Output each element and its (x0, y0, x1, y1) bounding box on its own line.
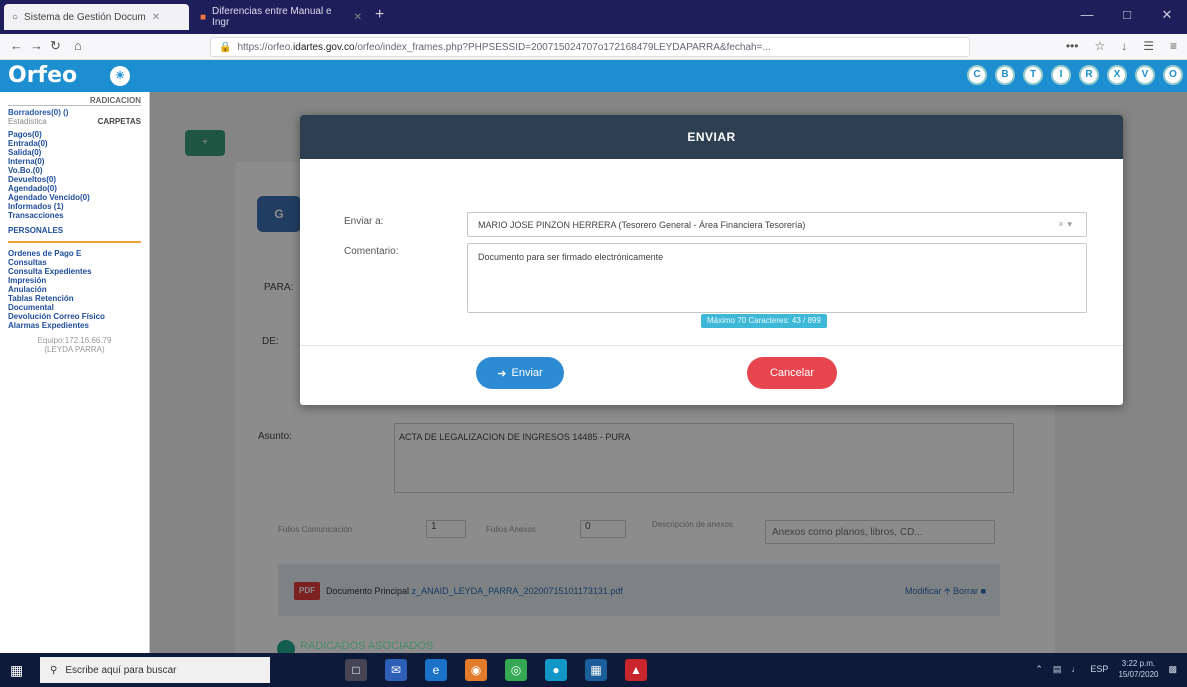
enviar-a-label: Enviar a: (344, 216, 384, 227)
lock-icon: 🔒 (219, 41, 232, 53)
enviar-a-value: MARIO JOSE PINZON HERRERA (Tesorero Gene… (478, 219, 806, 230)
windows-taskbar: ▦ ⚲ Escribe aquí para buscar □ ✉ e ◉ ◎ ●… (0, 653, 1187, 687)
topbar-icon[interactable]: V (1135, 65, 1155, 85)
sidebar-item[interactable]: Informados (1) (8, 202, 141, 211)
browser-nav-bar: ← → ↻ ⌂ 🔒 https://orfeo.idartes.gov.co/o… (0, 34, 1187, 60)
search-icon: ⚲ (50, 664, 58, 676)
site-icon: ■ (200, 11, 207, 23)
volume-icon[interactable]: ♩ (1071, 664, 1080, 674)
maximize-icon[interactable]: □ (1107, 0, 1147, 34)
sidebar-item[interactable]: Vo.Bo.(0) (8, 166, 141, 175)
sidebar-item[interactable]: Consulta Expedientes (8, 267, 141, 276)
store-icon[interactable]: ▦ (585, 659, 607, 681)
new-tab-icon[interactable]: + (375, 6, 384, 24)
sidebar-estadistica[interactable]: Estadistica (8, 117, 47, 126)
sidebar-item[interactable]: Agendado Vencido(0) (8, 193, 141, 202)
library-icon[interactable]: ☰ (1143, 39, 1154, 53)
sidebar-item[interactable]: Ordenes de Pago E (8, 249, 141, 258)
sidebar-item[interactable]: Agendado(0) (8, 184, 141, 193)
close-tab-icon[interactable]: ✕ (152, 12, 160, 23)
firefox-icon: ○ (12, 11, 19, 23)
close-window-icon[interactable]: ✕ (1147, 0, 1187, 34)
sidebar-item[interactable]: Consultas (8, 258, 141, 267)
pdf-reader-icon[interactable]: ▲ (625, 659, 647, 681)
language-indicator[interactable]: ESP (1090, 664, 1108, 674)
topbar-icon[interactable]: R (1079, 65, 1099, 85)
sidebar-carpetas[interactable]: CARPETAS (98, 117, 141, 126)
edge-icon[interactable]: e (425, 659, 447, 681)
orfeo-logo: Orfeo (8, 63, 78, 88)
sidebar-item[interactable]: Alarmas Expedientes (8, 321, 141, 330)
sidebar-item[interactable]: Devolución Correo Físico (8, 312, 141, 321)
topbar-icon[interactable]: B (995, 65, 1015, 85)
page-actions-icon[interactable]: ••• (1066, 39, 1079, 53)
select-clear-chevron-icon[interactable]: ×▾ (1058, 219, 1076, 230)
menu-icon[interactable]: ≡ (1170, 39, 1177, 53)
topbar-icon[interactable]: O (1163, 65, 1183, 85)
browser-app-icon[interactable]: ● (545, 659, 567, 681)
arrow-right-icon: ➜ (497, 367, 507, 380)
topbar-icon[interactable]: C (967, 65, 987, 85)
sidebar-item[interactable]: Pagos(0) (8, 130, 141, 139)
browser-tab-bar: ○ Sistema de Gestión Docum ✕ ■ Diferenci… (0, 0, 1187, 34)
minimize-icon[interactable]: — (1067, 0, 1107, 34)
top-menu-icons: C B T I R X V O (967, 65, 1183, 85)
notifications-icon[interactable]: ▩ (1168, 664, 1177, 675)
network-icon[interactable]: ▤ (1053, 664, 1062, 675)
tab-label: Diferencias entre Manual e Ingr (212, 6, 332, 28)
close-tab-icon[interactable]: ✕ (354, 12, 362, 23)
modal-divider (300, 345, 1123, 346)
sidebar-item[interactable]: Documental (8, 303, 141, 312)
sidebar-item[interactable]: Anulación (8, 285, 141, 294)
sidebar-heading[interactable]: RADICACION (8, 96, 141, 106)
windows-start-icon[interactable]: ▦ (10, 662, 23, 679)
comentario-textarea[interactable]: Documento para ser firmado electrónicame… (467, 243, 1087, 313)
app-header: Orfeo ☀ C B T I R X V O (0, 60, 1187, 92)
sidebar-personales[interactable]: PERSONALES (8, 226, 141, 235)
sidebar-item[interactable]: Entrada(0) (8, 139, 141, 148)
sidebar: RADICACION Borradores(0) () Estadistica … (0, 92, 150, 653)
home-icon[interactable]: ⌂ (74, 38, 82, 53)
character-counter: Máximo 70 Caracteres: 43 / 899 (701, 314, 827, 328)
topbar-icon[interactable]: X (1107, 65, 1127, 85)
modal-title: ENVIAR (300, 115, 1123, 159)
sidebar-item[interactable]: Devueltos(0) (8, 175, 141, 184)
chrome-icon[interactable]: ◎ (505, 659, 527, 681)
tab-orfeo[interactable]: ○ Sistema de Gestión Docum ✕ (4, 4, 189, 30)
system-tray: ⌃ ▤ ♩ ESP 3:22 p.m. 15/07/2020 ▩ (1035, 658, 1177, 680)
sidebar-item[interactable]: Interna(0) (8, 157, 141, 166)
tab-diferencias[interactable]: ■ Diferencias entre Manual e Ingr ✕ (192, 4, 370, 30)
comentario-label: Comentario: (344, 246, 399, 257)
topbar-icon[interactable]: T (1023, 65, 1043, 85)
task-view-icon[interactable]: □ (345, 659, 367, 681)
tab-label: Sistema de Gestión Docum (24, 11, 146, 23)
browser-toolbar: ••• ☆ ↓ ☰ ≡ (1066, 39, 1177, 53)
enviar-a-select[interactable]: MARIO JOSE PINZON HERRERA (Tesorero Gene… (467, 212, 1087, 237)
sidebar-user[interactable]: Borradores(0) () (8, 108, 141, 117)
clock[interactable]: 3:22 p.m. 15/07/2020 (1118, 658, 1158, 680)
firefox-icon[interactable]: ◉ (465, 659, 487, 681)
back-icon[interactable]: ← (10, 38, 23, 53)
downloads-icon[interactable]: ↓ (1121, 39, 1127, 53)
window-controls: — □ ✕ (1067, 0, 1187, 34)
sidebar-item[interactable]: Tablas Retención (8, 294, 141, 303)
tray-chevron-icon[interactable]: ⌃ (1035, 664, 1043, 675)
topbar-icon[interactable]: I (1051, 65, 1071, 85)
sidebar-item[interactable]: Transacciones (8, 211, 141, 220)
bookmark-star-icon[interactable]: ☆ (1094, 39, 1105, 53)
enviar-modal: ENVIAR Enviar a: MARIO JOSE PINZON HERRE… (300, 115, 1123, 405)
cancelar-button[interactable]: Cancelar (747, 357, 837, 389)
sidebar-item[interactable]: Impresión (8, 276, 141, 285)
taskbar-search[interactable]: ⚲ Escribe aquí para buscar (40, 657, 270, 683)
mail-app-icon[interactable]: ✉ (385, 659, 407, 681)
sidebar-item[interactable]: Salida(0) (8, 148, 141, 157)
enviar-button[interactable]: ➜ Enviar (476, 357, 564, 389)
url-field[interactable]: 🔒 https://orfeo.idartes.gov.co/orfeo/ind… (210, 37, 970, 57)
reload-icon[interactable]: ↻ (50, 38, 61, 54)
sidebar-ip: Equipo:172.16.66.79 (LEYDA PARRA) (37, 336, 112, 354)
emblem-icon: ☀ (110, 66, 130, 86)
taskbar-apps: □ ✉ e ◉ ◎ ● ▦ ▲ (345, 659, 647, 681)
sidebar-divider (8, 241, 141, 243)
forward-icon[interactable]: → (30, 38, 43, 53)
